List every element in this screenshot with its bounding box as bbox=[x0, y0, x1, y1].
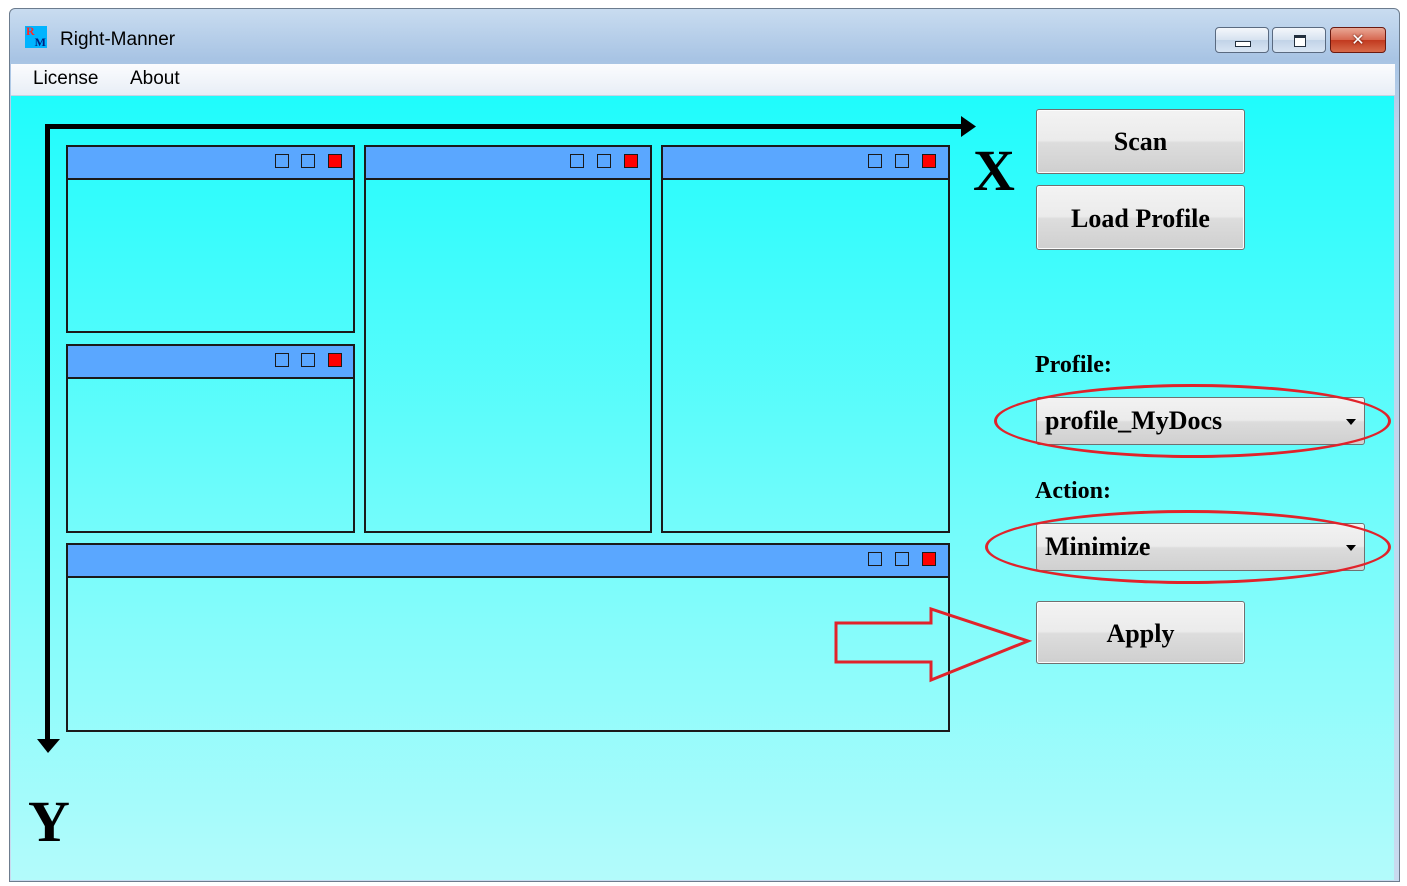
action-dropdown-value: Minimize bbox=[1045, 532, 1151, 561]
pane-title-bar bbox=[366, 147, 650, 180]
chevron-down-icon bbox=[1346, 419, 1356, 425]
pane-title-bar bbox=[663, 147, 948, 180]
pane-close-icon bbox=[328, 353, 342, 367]
y-axis-label: Y bbox=[28, 789, 70, 854]
x-axis-line bbox=[45, 124, 963, 129]
menu-license[interactable]: License bbox=[33, 68, 99, 90]
action-dropdown[interactable]: Minimize bbox=[1036, 523, 1365, 571]
scan-button-label: Scan bbox=[1113, 127, 1168, 156]
load-profile-button-label: Load Profile bbox=[1071, 204, 1210, 233]
minimize-icon bbox=[1235, 41, 1251, 47]
maximize-icon bbox=[1294, 35, 1306, 47]
pane-title-bar bbox=[68, 346, 353, 379]
menu-about[interactable]: About bbox=[130, 68, 180, 90]
menu-bar: License About bbox=[11, 64, 1395, 96]
pane-close-icon bbox=[922, 154, 936, 168]
pane-minimize-icon bbox=[868, 552, 882, 566]
logo-letter-m: M bbox=[34, 35, 46, 48]
pane-maximize-icon bbox=[301, 353, 315, 367]
pane-close-icon bbox=[624, 154, 638, 168]
apply-button-label: Apply bbox=[1106, 619, 1175, 648]
window-title: Right-Manner bbox=[60, 29, 176, 50]
close-button[interactable]: ✕ bbox=[1330, 27, 1386, 53]
pane-close-icon bbox=[922, 552, 936, 566]
pane-title-bar bbox=[68, 545, 948, 578]
logo-letter-r: R bbox=[26, 26, 35, 38]
profile-label: Profile: bbox=[1035, 352, 1112, 378]
action-label: Action: bbox=[1035, 478, 1111, 504]
window-pane bbox=[364, 145, 652, 533]
profile-dropdown-value: profile_MyDocs bbox=[1045, 406, 1223, 435]
profile-dropdown[interactable]: profile_MyDocs bbox=[1036, 397, 1365, 445]
chevron-down-icon bbox=[1346, 545, 1356, 551]
pane-close-icon bbox=[328, 154, 342, 168]
x-axis-label: X bbox=[973, 138, 1015, 203]
pane-minimize-icon bbox=[570, 154, 584, 168]
apply-button[interactable]: Apply bbox=[1036, 601, 1245, 664]
maximize-button[interactable] bbox=[1272, 27, 1326, 53]
window-pane bbox=[66, 344, 355, 533]
window-pane bbox=[66, 145, 355, 333]
y-axis-line bbox=[45, 124, 50, 740]
app-logo-icon: R M bbox=[25, 26, 47, 48]
pane-maximize-icon bbox=[301, 154, 315, 168]
title-bar[interactable]: R M Right-Manner ✕ bbox=[10, 9, 1399, 63]
pane-maximize-icon bbox=[895, 552, 909, 566]
pane-maximize-icon bbox=[895, 154, 909, 168]
pane-minimize-icon bbox=[868, 154, 882, 168]
minimize-button[interactable] bbox=[1215, 27, 1269, 53]
pane-title-bar bbox=[68, 147, 353, 180]
pane-minimize-icon bbox=[275, 353, 289, 367]
pane-maximize-icon bbox=[597, 154, 611, 168]
pane-minimize-icon bbox=[275, 154, 289, 168]
close-icon: ✕ bbox=[1351, 30, 1365, 49]
window-pane bbox=[661, 145, 950, 533]
scan-button[interactable]: Scan bbox=[1036, 109, 1245, 174]
window-pane bbox=[66, 543, 950, 732]
load-profile-button[interactable]: Load Profile bbox=[1036, 185, 1245, 250]
